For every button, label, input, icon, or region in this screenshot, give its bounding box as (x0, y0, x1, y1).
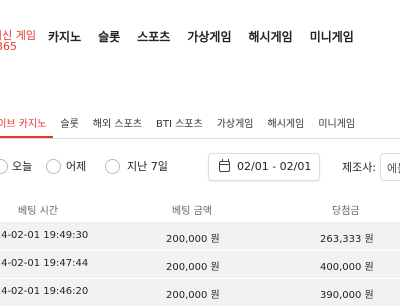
top-nav-sports[interactable]: 스포츠 (137, 27, 170, 47)
cell-bet-amount: 200,000 원 (166, 262, 220, 273)
table-row[interactable]: 2024-02-01 19:49:30 200,000 원 263,333 원 (0, 223, 400, 251)
tab-virtual-games[interactable]: 가상게임 (210, 112, 261, 138)
provider-value: 에볼루션 (387, 162, 400, 175)
table-row[interactable]: 2024-02-01 19:46:20 200,000 원 390,000 원 (0, 279, 400, 307)
top-nav-casino[interactable]: 카지노 (48, 27, 81, 47)
radio-yesterday[interactable] (46, 159, 61, 174)
bet-history-table: 베팅 시간 베팅 금액 당첨금 2024-02-01 19:49:30 200,… (0, 196, 400, 307)
top-nav-virtual[interactable]: 가상게임 (187, 27, 231, 47)
radio-today[interactable] (0, 159, 8, 174)
tab-overseas-sports[interactable]: 해외 스포츠 (86, 112, 149, 138)
provider-label: 제조사: (342, 161, 377, 174)
top-nav-hash[interactable]: 해시게임 (249, 27, 293, 47)
cell-bet-time: 2024-02-01 19:49:30 (0, 230, 89, 241)
table-row[interactable]: 2024-02-01 19:47:44 200,000 원 400,000 원 (0, 251, 400, 279)
radio-yesterday-label: 어제 (66, 160, 87, 173)
radio-today-label: 오늘 (12, 160, 33, 173)
provider-select[interactable]: 에볼루션 (380, 153, 400, 181)
category-tab-list: 라이브 카지노 슬롯 해외 스포츠 BTI 스포츠 가상게임 해시게임 미니게임 (0, 112, 362, 138)
header-bet-amount: 베팅 금액 (172, 206, 212, 217)
cell-bet-time: 2024-02-01 19:46:20 (0, 286, 89, 297)
calendar-icon (219, 159, 230, 172)
category-tabs: 라이브 카지노 슬롯 해외 스포츠 BTI 스포츠 가상게임 해시게임 미니게임 (0, 112, 400, 139)
tab-slots[interactable]: 슬롯 (53, 112, 85, 138)
radio-last-7-days-label: 지난 7일 (127, 160, 168, 173)
tab-hash-games[interactable]: 해시게임 (261, 112, 312, 138)
brand-logo[interactable]: 최신 게임 365 (0, 24, 48, 64)
tab-live-casino[interactable]: 라이브 카지노 (0, 112, 54, 138)
header-winnings: 당첨금 (332, 206, 360, 217)
radio-last-7-days[interactable] (105, 159, 120, 174)
filter-bar: 오늘 어제 지난 7일 02/01 - 02/01 제조사: 에볼루션 (0, 150, 400, 184)
top-nav: 최신 게임 365 카지노 슬롯 스포츠 가상게임 해시게임 미니게임 (0, 0, 400, 72)
cell-bet-amount: 200,000 원 (166, 234, 220, 245)
cell-bet-amount: 200,000 원 (166, 290, 220, 301)
top-nav-mini[interactable]: 미니게임 (310, 27, 354, 47)
cell-bet-time: 2024-02-01 19:47:44 (0, 258, 89, 269)
cell-winnings: 390,000 원 (320, 290, 374, 301)
cell-winnings: 400,000 원 (320, 262, 374, 273)
brand-line-2: 365 (0, 40, 17, 53)
header-bet-time: 베팅 시간 (18, 206, 58, 217)
top-nav-items: 카지노 슬롯 스포츠 가상게임 해시게임 미니게임 (48, 27, 371, 47)
date-range-picker[interactable]: 02/01 - 02/01 (208, 153, 320, 181)
date-range-value: 02/01 - 02/01 (237, 160, 312, 173)
tab-bti-sports[interactable]: BTI 스포츠 (149, 112, 210, 138)
table-header: 베팅 시간 베팅 금액 당첨금 (0, 196, 400, 223)
top-nav-slots[interactable]: 슬롯 (98, 27, 120, 47)
cell-winnings: 263,333 원 (320, 234, 374, 245)
tab-mini-games[interactable]: 미니게임 (311, 112, 362, 138)
